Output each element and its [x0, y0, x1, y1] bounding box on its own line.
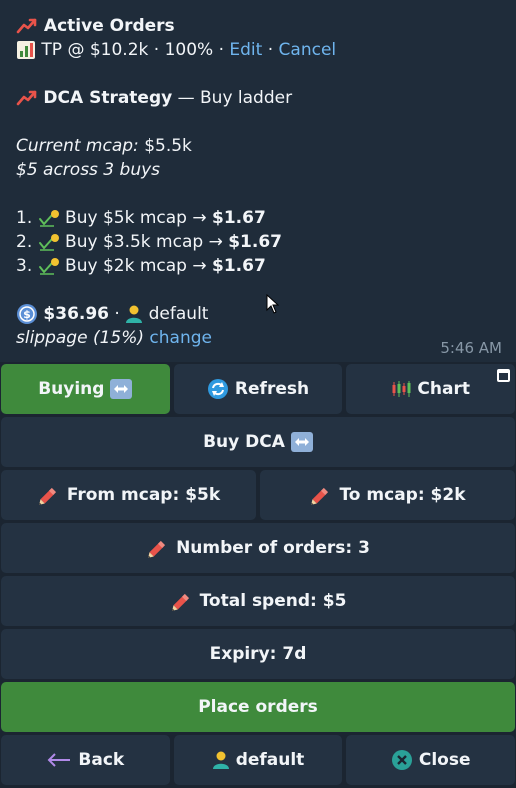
- trending-up-icon: [16, 18, 37, 34]
- number-of-orders-label: Number of orders: 3: [176, 538, 370, 558]
- refresh-label: Refresh: [234, 379, 310, 399]
- to-mcap-button[interactable]: To mcap: $2k: [260, 470, 515, 520]
- wallet-button[interactable]: default: [173, 735, 343, 785]
- chart-label: Chart: [417, 379, 470, 399]
- refresh-icon: [207, 379, 228, 399]
- order-line-3: 3. Buy $2k mcap → $1.67: [16, 254, 500, 278]
- close-circle-icon: [391, 750, 412, 770]
- total-spend-label: Total spend: $5: [199, 591, 347, 611]
- dca-strategy-line: DCA Strategy — Buy ladder: [16, 86, 500, 110]
- order-number: 3.: [16, 256, 33, 276]
- active-orders-title: Active Orders: [43, 16, 175, 36]
- wallet-name: default: [148, 304, 209, 324]
- back-arrow-icon: [48, 753, 71, 767]
- tp-order-line: TP @ $10.2k · 100% · Edit · Cancel: [16, 38, 500, 62]
- balance-line: $ $36.96 · default: [16, 302, 500, 326]
- dca-summary: $5 across 3 buys: [16, 160, 161, 180]
- buying-label: Buying: [38, 379, 105, 399]
- pencil-icon: [171, 593, 189, 611]
- chart-increasing-icon: [17, 41, 35, 59]
- pencil-icon: [38, 487, 56, 505]
- open-window-icon: [497, 369, 511, 382]
- bot-message: Active Orders TP @ $10.2k · 100% · Edit …: [0, 0, 516, 362]
- close-label: Close: [418, 750, 471, 770]
- pencil-icon: [311, 487, 329, 505]
- message-time: 5:46 AM: [440, 339, 502, 357]
- left-right-arrow-icon: [290, 432, 313, 452]
- dca-subtitle: — Buy ladder: [172, 88, 293, 108]
- check-coin-icon: [38, 234, 59, 251]
- pencil-icon: [148, 540, 166, 558]
- edit-link[interactable]: Edit: [229, 40, 262, 60]
- order-line-1: 1. Buy $5k mcap → $1.67: [16, 206, 500, 230]
- total-spend-button[interactable]: Total spend: $5: [1, 576, 515, 626]
- order-text: Buy $5k mcap →: [65, 208, 207, 228]
- refresh-button[interactable]: Refresh: [173, 364, 343, 414]
- candlestick-chart-icon: [392, 381, 411, 397]
- wallet-label: default: [235, 750, 305, 770]
- to-mcap-label: To mcap: $2k: [339, 485, 466, 505]
- order-amount: $1.67: [212, 208, 266, 228]
- order-text: Buy $2k mcap →: [65, 256, 207, 276]
- balance-separator: ·: [109, 304, 120, 324]
- current-mcap-label: Current mcap:: [16, 136, 139, 156]
- from-mcap-label: From mcap: $5k: [66, 485, 221, 505]
- tp-text: TP @ $10.2k · 100% ·: [41, 40, 224, 60]
- number-of-orders-button[interactable]: Number of orders: 3: [1, 523, 515, 573]
- mouse-cursor-icon: [266, 294, 280, 314]
- slippage-line: slippage (15%) change: [16, 326, 500, 350]
- order-amount: $1.67: [212, 256, 266, 276]
- close-button[interactable]: Close: [346, 735, 516, 785]
- back-button[interactable]: Back: [1, 735, 170, 785]
- check-coin-icon: [38, 210, 59, 227]
- order-amount: $1.67: [228, 232, 282, 252]
- slippage-text: slippage (15%): [16, 328, 145, 348]
- person-icon: [212, 751, 229, 769]
- from-mcap-button[interactable]: From mcap: $5k: [1, 470, 256, 520]
- buy-dca-button[interactable]: Buy DCA: [1, 417, 515, 467]
- order-number: 2.: [16, 232, 33, 252]
- check-coin-icon: [38, 258, 59, 275]
- cancel-link[interactable]: Cancel: [279, 40, 337, 60]
- current-mcap-line: Current mcap: $5.5k: [16, 134, 500, 158]
- trending-up-icon: [16, 90, 37, 106]
- inline-keyboard: Buying Refresh Chart Buy DCA From mcap: …: [0, 364, 516, 788]
- buying-toggle-button[interactable]: Buying: [1, 364, 170, 414]
- change-slippage-link[interactable]: change: [149, 328, 212, 348]
- chart-button[interactable]: Chart: [346, 364, 516, 414]
- order-text: Buy $3.5k mcap →: [65, 232, 223, 252]
- back-label: Back: [78, 750, 125, 770]
- balance-value: $36.96: [43, 304, 110, 324]
- dollar-coin-icon: $: [17, 304, 37, 324]
- dca-title: DCA Strategy: [43, 88, 173, 108]
- buy-dca-label: Buy DCA: [203, 432, 285, 452]
- place-orders-label: Place orders: [198, 697, 318, 717]
- order-line-2: 2. Buy $3.5k mcap → $1.67: [16, 230, 500, 254]
- expiry-button[interactable]: Expiry: 7d: [1, 629, 515, 679]
- active-orders-line: Active Orders: [16, 14, 500, 38]
- expiry-label: Expiry: 7d: [209, 644, 307, 664]
- svg-text:$: $: [23, 308, 31, 321]
- order-number: 1.: [16, 208, 33, 228]
- person-icon: [126, 305, 143, 323]
- place-orders-button[interactable]: Place orders: [1, 682, 515, 732]
- link-separator: ·: [267, 40, 274, 60]
- left-right-arrow-icon: [110, 379, 133, 399]
- current-mcap-value: $5.5k: [144, 136, 192, 156]
